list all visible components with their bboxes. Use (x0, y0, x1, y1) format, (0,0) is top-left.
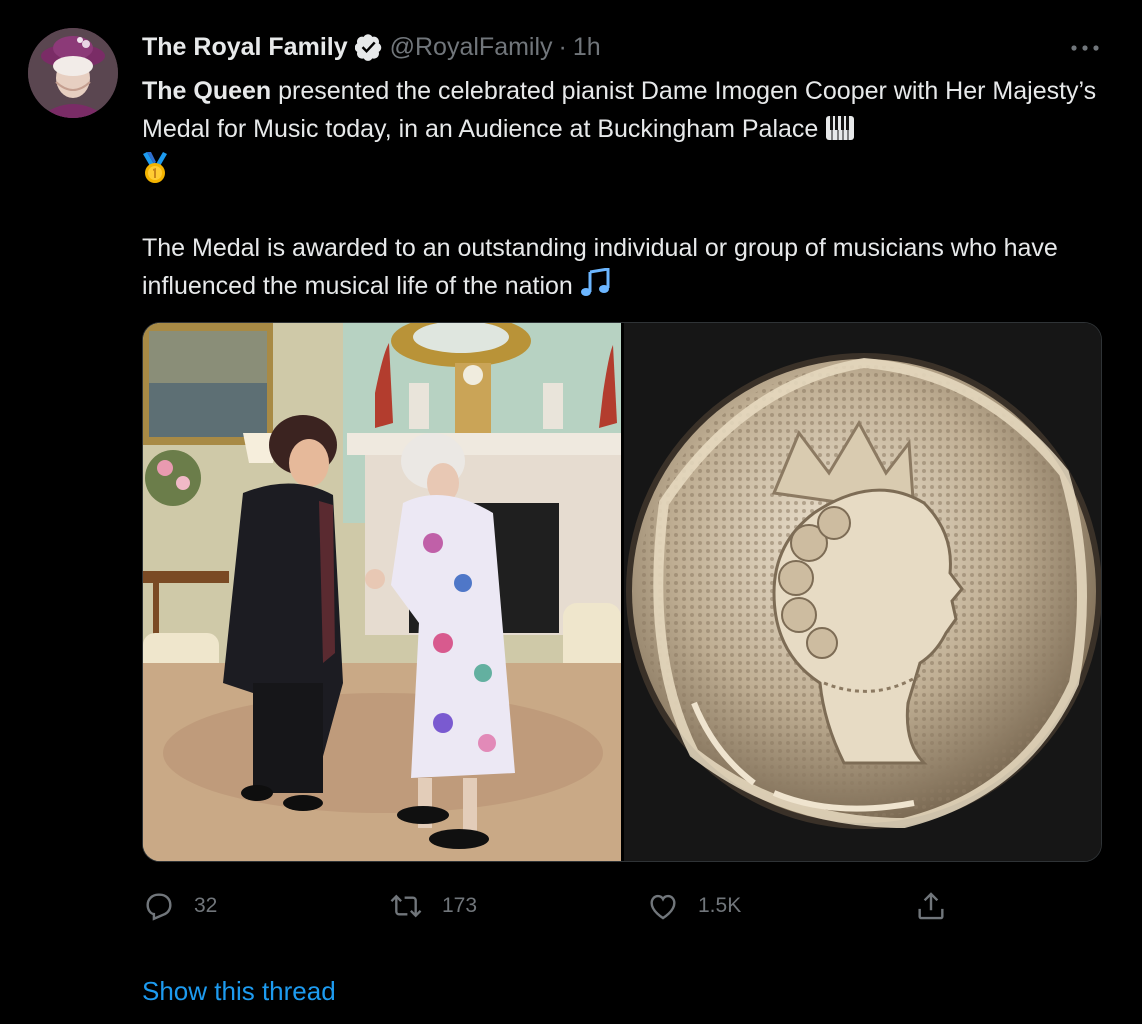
tweet-media[interactable] (142, 322, 1102, 862)
retweet-button[interactable]: 173 (388, 884, 477, 928)
retweet-count: 173 (442, 894, 478, 917)
verified-badge-icon (354, 32, 384, 62)
tweet-bold-lead: The Queen (142, 77, 272, 105)
audience-photo-image (143, 323, 621, 861)
tweet-header: The Royal Family @RoyalFamily · 1h (142, 30, 601, 64)
like-button[interactable]: 1.5K (646, 884, 741, 928)
tweet-paragraph-1: The Queen presented the celebrated piani… (142, 72, 1112, 195)
tweet-line1-rest: presented the celebrated pianist Dame Im… (142, 77, 1097, 143)
piano-keys-icon (825, 114, 855, 152)
tweet[interactable]: The Royal Family @RoyalFamily · 1h The Q… (0, 0, 1142, 1024)
medal-photo-image (624, 323, 1101, 861)
timestamp[interactable]: 1h (573, 33, 601, 62)
reply-count: 32 (194, 894, 218, 917)
like-count: 1.5K (698, 894, 742, 917)
avatar-image (28, 28, 118, 118)
show-thread-link[interactable]: Show this thread (142, 976, 336, 1007)
share-button[interactable] (914, 884, 966, 928)
tweet-text: The Queen presented the celebrated piani… (142, 72, 1112, 309)
reply-button[interactable]: 32 (142, 884, 217, 928)
tweet-paragraph-2: The Medal is awarded to an outstanding i… (142, 229, 1112, 309)
tweet-actions: 32 173 1.5K (142, 884, 1102, 928)
separator: · (558, 32, 567, 61)
display-name[interactable]: The Royal Family (142, 33, 348, 62)
medal-icon (142, 152, 168, 195)
share-icon (918, 892, 944, 920)
more-options-icon[interactable] (1068, 36, 1102, 60)
reply-icon (146, 893, 172, 921)
avatar[interactable] (28, 28, 118, 118)
music-notes-icon (580, 267, 612, 309)
heart-icon (650, 894, 676, 920)
handle[interactable]: @RoyalFamily (390, 33, 553, 62)
retweet-icon (390, 894, 422, 918)
photo-audience[interactable] (143, 323, 621, 861)
photo-medal[interactable] (624, 323, 1101, 861)
